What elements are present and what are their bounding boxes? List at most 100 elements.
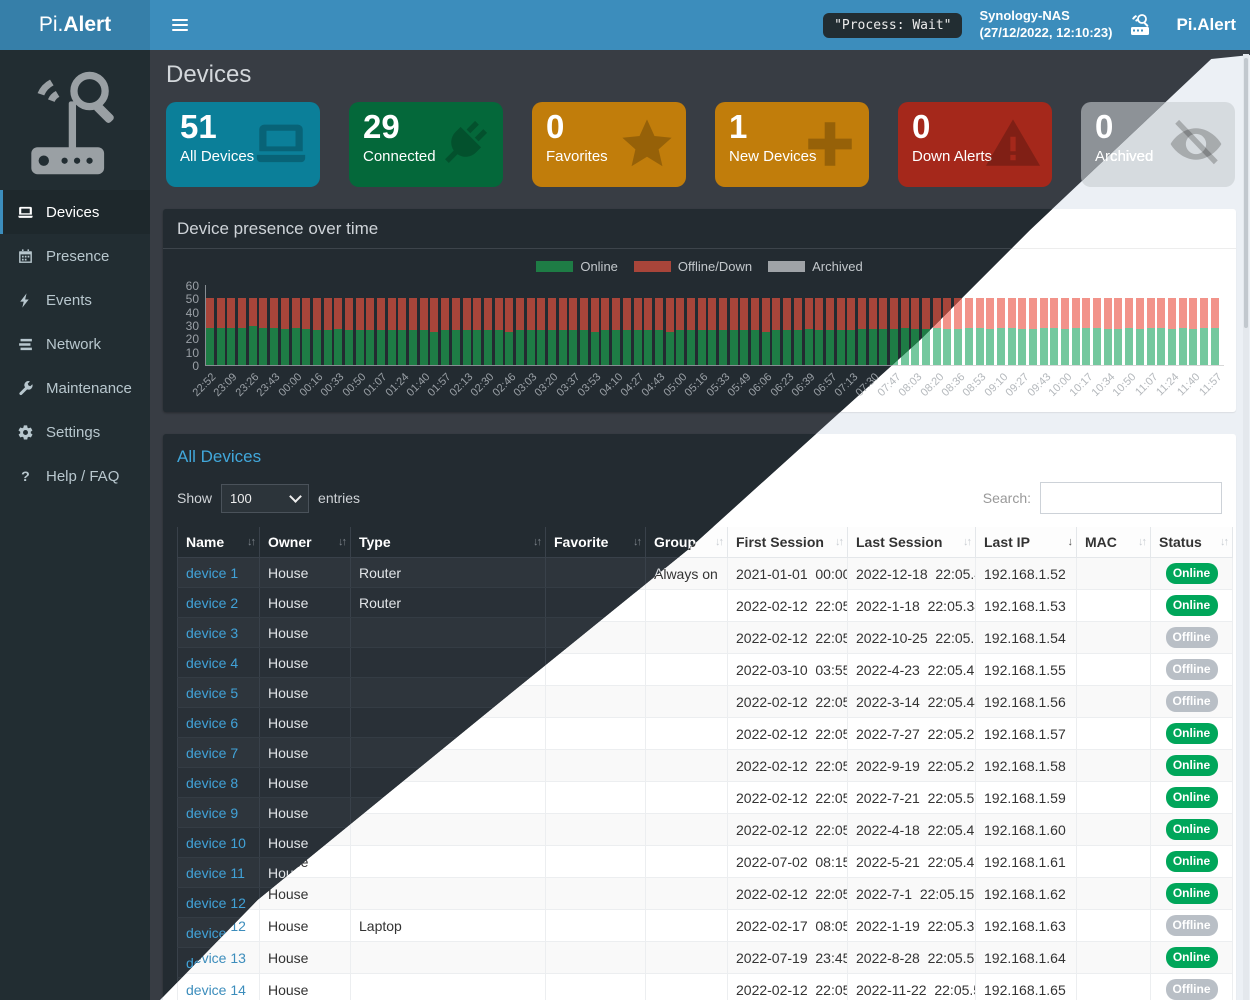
stat-card-down-alerts[interactable]: 0Down Alerts xyxy=(898,102,1052,187)
bar-online-segment xyxy=(398,330,406,365)
device-link[interactable]: device 4 xyxy=(186,655,238,671)
cell-mac xyxy=(1077,846,1151,878)
cell-first_session: 2021-01-01 00:00 xyxy=(728,558,848,590)
stat-cards: 51All Devices 29Connected 0Favorites 1New D… xyxy=(166,102,1250,187)
column-header-last_session[interactable]: Last Session↓↑ xyxy=(848,527,976,558)
presence-bar xyxy=(1147,298,1155,365)
column-header-last_ip[interactable]: Last IP↓ xyxy=(976,527,1077,558)
cell-first_session: 2022-02-17 08:05 xyxy=(728,910,848,942)
device-link[interactable]: device 3 xyxy=(186,625,238,641)
cell-favorite xyxy=(546,942,646,974)
device-link[interactable]: device 5 xyxy=(186,685,238,701)
y-axis-tick: 20 xyxy=(173,333,199,345)
column-header-mac[interactable]: MAC↓↑ xyxy=(1077,527,1151,558)
cell-type xyxy=(351,618,546,648)
device-link[interactable]: device 11 xyxy=(186,865,245,881)
presence-bar xyxy=(302,298,310,365)
cell-first_session: 2022-02-12 22:05 xyxy=(728,622,848,654)
column-header-owner[interactable]: Owner↓↑ xyxy=(260,527,351,558)
bar-online-segment xyxy=(943,329,951,365)
bar-online-segment xyxy=(1072,328,1080,365)
sidebar-item-settings[interactable]: Settings xyxy=(0,410,150,454)
bar-offline-segment xyxy=(783,298,791,330)
sidebar-item-network[interactable]: Network xyxy=(0,322,150,366)
sidebar-item-devices[interactable]: Devices xyxy=(0,190,150,234)
y-axis-tick: 0 xyxy=(173,360,199,372)
bar-offline-segment xyxy=(1093,298,1101,327)
cell-favorite xyxy=(546,910,646,942)
bar-offline-segment xyxy=(537,298,545,330)
cell-owner: House xyxy=(260,974,351,1000)
bar-offline-segment xyxy=(1189,298,1197,329)
cell-name: device 8 xyxy=(178,768,260,798)
cell-last_session: 2022-1-18 22:05.34 xyxy=(848,590,976,622)
presence-bar xyxy=(858,298,866,365)
column-header-label: Status xyxy=(1159,534,1202,550)
cell-name: device 3 xyxy=(178,618,260,648)
sidebar-item-help-faq[interactable]: ?Help / FAQ xyxy=(0,454,150,498)
device-link[interactable]: device 14 xyxy=(186,982,246,998)
entries-label: entries xyxy=(318,490,360,506)
stat-card-new-devices[interactable]: 1New Devices xyxy=(715,102,869,187)
sort-icon: ↓ xyxy=(1068,536,1072,548)
bar-offline-segment xyxy=(826,298,834,330)
bar-offline-segment xyxy=(1040,298,1048,327)
status-badge: Offline xyxy=(1166,627,1218,647)
column-header-favorite[interactable]: Favorite↓↑ xyxy=(546,527,646,558)
sidebar-item-events[interactable]: Events xyxy=(0,278,150,322)
presence-bar xyxy=(708,298,716,365)
cell-status: Online xyxy=(1151,782,1233,814)
bar-offline-segment xyxy=(794,298,802,330)
bar-offline-segment xyxy=(1082,298,1090,327)
bar-offline-segment xyxy=(484,298,492,330)
device-link[interactable]: device 9 xyxy=(186,805,238,821)
bar-online-segment xyxy=(1200,328,1208,365)
app-logo[interactable]: Pi.Alert xyxy=(0,0,150,50)
bar-online-segment xyxy=(1040,328,1048,365)
laptop-icon xyxy=(17,204,34,221)
column-header-first_session[interactable]: First Session↓↑ xyxy=(728,527,848,558)
bar-online-segment xyxy=(634,330,642,365)
column-header-status[interactable]: Status↓↑ xyxy=(1151,527,1233,558)
device-link[interactable]: device 7 xyxy=(186,745,238,761)
cell-group xyxy=(646,814,728,846)
device-link[interactable]: device 6 xyxy=(186,715,238,731)
device-link[interactable]: device 8 xyxy=(186,775,238,791)
bar-online-segment xyxy=(1061,329,1069,365)
cell-type: Laptop xyxy=(351,910,546,942)
sidebar-toggle-button[interactable] xyxy=(168,13,192,37)
status-badge: Online xyxy=(1166,787,1218,807)
search-input[interactable] xyxy=(1040,482,1222,514)
column-header-type[interactable]: Type↓↑ xyxy=(351,527,546,558)
scrollbar-thumb[interactable] xyxy=(1244,58,1248,328)
bar-offline-segment xyxy=(527,298,535,330)
presence-bar xyxy=(740,298,748,365)
cell-status: Online xyxy=(1151,814,1233,846)
presence-bar xyxy=(217,298,225,365)
table-row: device 10House2022-07-02 08:152022-5-21 … xyxy=(178,846,1233,878)
device-link[interactable]: device 1 xyxy=(186,565,238,581)
bar-online-segment xyxy=(954,329,962,365)
bar-online-segment xyxy=(292,328,300,365)
device-link[interactable]: device 2 xyxy=(186,595,238,611)
cell-status: Online xyxy=(1151,750,1233,782)
cell-group xyxy=(646,910,728,942)
device-link[interactable]: device 12 xyxy=(186,895,246,911)
stat-card-favorites[interactable]: 0Favorites xyxy=(532,102,686,187)
sidebar-item-maintenance[interactable]: Maintenance xyxy=(0,366,150,410)
stat-card-connected[interactable]: 29Connected xyxy=(349,102,503,187)
stat-card-all-devices[interactable]: 51All Devices xyxy=(166,102,320,187)
entries-select[interactable]: 100 xyxy=(221,484,309,513)
sort-icon: ↓↑ xyxy=(1138,536,1145,548)
cell-first_session: 2022-03-10 03:55 xyxy=(728,654,848,686)
show-label: Show xyxy=(177,490,212,506)
bar-offline-segment xyxy=(1061,298,1069,329)
device-link[interactable]: device 10 xyxy=(186,835,246,851)
column-header-name[interactable]: Name↓↑ xyxy=(178,527,260,558)
page-scrollbar[interactable] xyxy=(1243,54,1249,1000)
cell-type: Router xyxy=(351,558,546,588)
sidebar-item-presence[interactable]: Presence xyxy=(0,234,150,278)
bar-offline-segment xyxy=(772,298,780,330)
legend-swatch xyxy=(634,261,671,272)
cell-owner: House xyxy=(260,618,351,648)
